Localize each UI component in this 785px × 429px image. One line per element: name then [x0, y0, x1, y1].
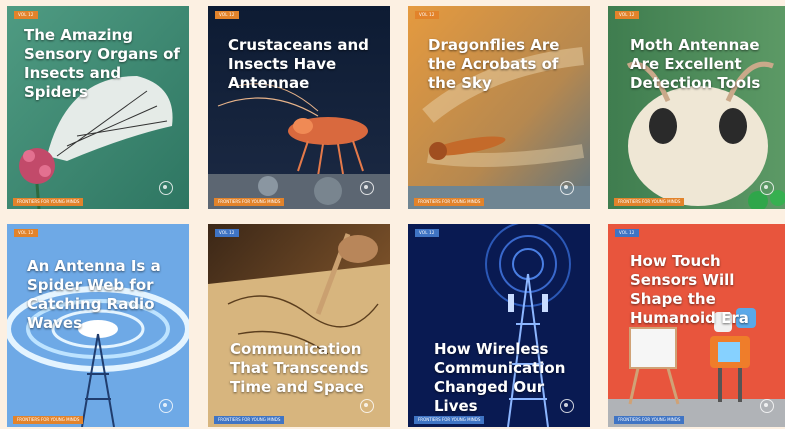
card-title: Dragonflies Are the Acrobats of the Sky	[428, 36, 560, 92]
volume-badge: VOL 12	[415, 229, 439, 237]
publisher-logo-icon	[360, 399, 374, 413]
volume-badge: VOL 12	[415, 11, 439, 19]
volume-badge: VOL 12	[615, 229, 639, 237]
article-card-antenna-spider-web[interactable]: VOL 12 An Antenna Is a Spider Web for Ca…	[7, 224, 189, 427]
article-card-touch-sensors[interactable]: VOL 12 How Touch Sensors Will Shape the …	[608, 224, 785, 427]
publisher-footer-label: FRONTIERS FOR YOUNG MINDS	[614, 416, 685, 424]
volume-badge: VOL 12	[615, 11, 639, 19]
article-card-crustaceans-antennae[interactable]: VOL 12 Crustaceans and Insects Have Ante…	[208, 6, 390, 209]
publisher-footer-label: FRONTIERS FOR YOUNG MINDS	[13, 416, 84, 424]
article-card-moth-antennae[interactable]: VOL 12 Moth Antennae Are Excellent Detec…	[608, 6, 785, 209]
card-title: An Antenna Is a Spider Web for Catching …	[27, 257, 161, 332]
publisher-footer-label: FRONTIERS FOR YOUNG MINDS	[214, 198, 285, 206]
article-card-insect-sensory-organs[interactable]: VOL 12 The Amazing Sensory Organs of Ins…	[7, 6, 189, 209]
publisher-logo-icon	[360, 181, 374, 195]
publisher-footer-label: FRONTIERS FOR YOUNG MINDS	[414, 416, 485, 424]
volume-badge: VOL 12	[215, 229, 239, 237]
volume-badge: VOL 12	[215, 11, 239, 19]
card-title: Crustaceans and Insects Have Antennae	[228, 36, 369, 92]
publisher-logo-icon	[760, 399, 774, 413]
publisher-footer-label: FRONTIERS FOR YOUNG MINDS	[414, 198, 485, 206]
publisher-logo-icon	[560, 181, 574, 195]
volume-badge: VOL 12	[14, 11, 38, 19]
publisher-logo-icon	[159, 399, 173, 413]
publisher-footer-label: FRONTIERS FOR YOUNG MINDS	[13, 198, 84, 206]
card-title: Moth Antennae Are Excellent Detection To…	[630, 36, 761, 92]
publisher-footer-label: FRONTIERS FOR YOUNG MINDS	[214, 416, 285, 424]
article-card-communication-time-space[interactable]: VOL 12 Communication That Transcends Tim…	[208, 224, 390, 427]
publisher-footer-label: FRONTIERS FOR YOUNG MINDS	[614, 198, 685, 206]
card-title: The Amazing Sensory Organs of Insects an…	[24, 26, 180, 101]
volume-badge: VOL 12	[14, 229, 38, 237]
card-title: Communication That Transcends Time and S…	[230, 340, 369, 396]
card-title: How Touch Sensors Will Shape the Humanoi…	[630, 252, 749, 327]
publisher-logo-icon	[560, 399, 574, 413]
publisher-logo-icon	[159, 181, 173, 195]
article-card-dragonflies[interactable]: VOL 12 Dragonflies Are the Acrobats of t…	[408, 6, 590, 209]
article-card-wireless-communication[interactable]: VOL 12 How Wireless Communication Change…	[408, 224, 590, 427]
publisher-logo-icon	[760, 181, 774, 195]
